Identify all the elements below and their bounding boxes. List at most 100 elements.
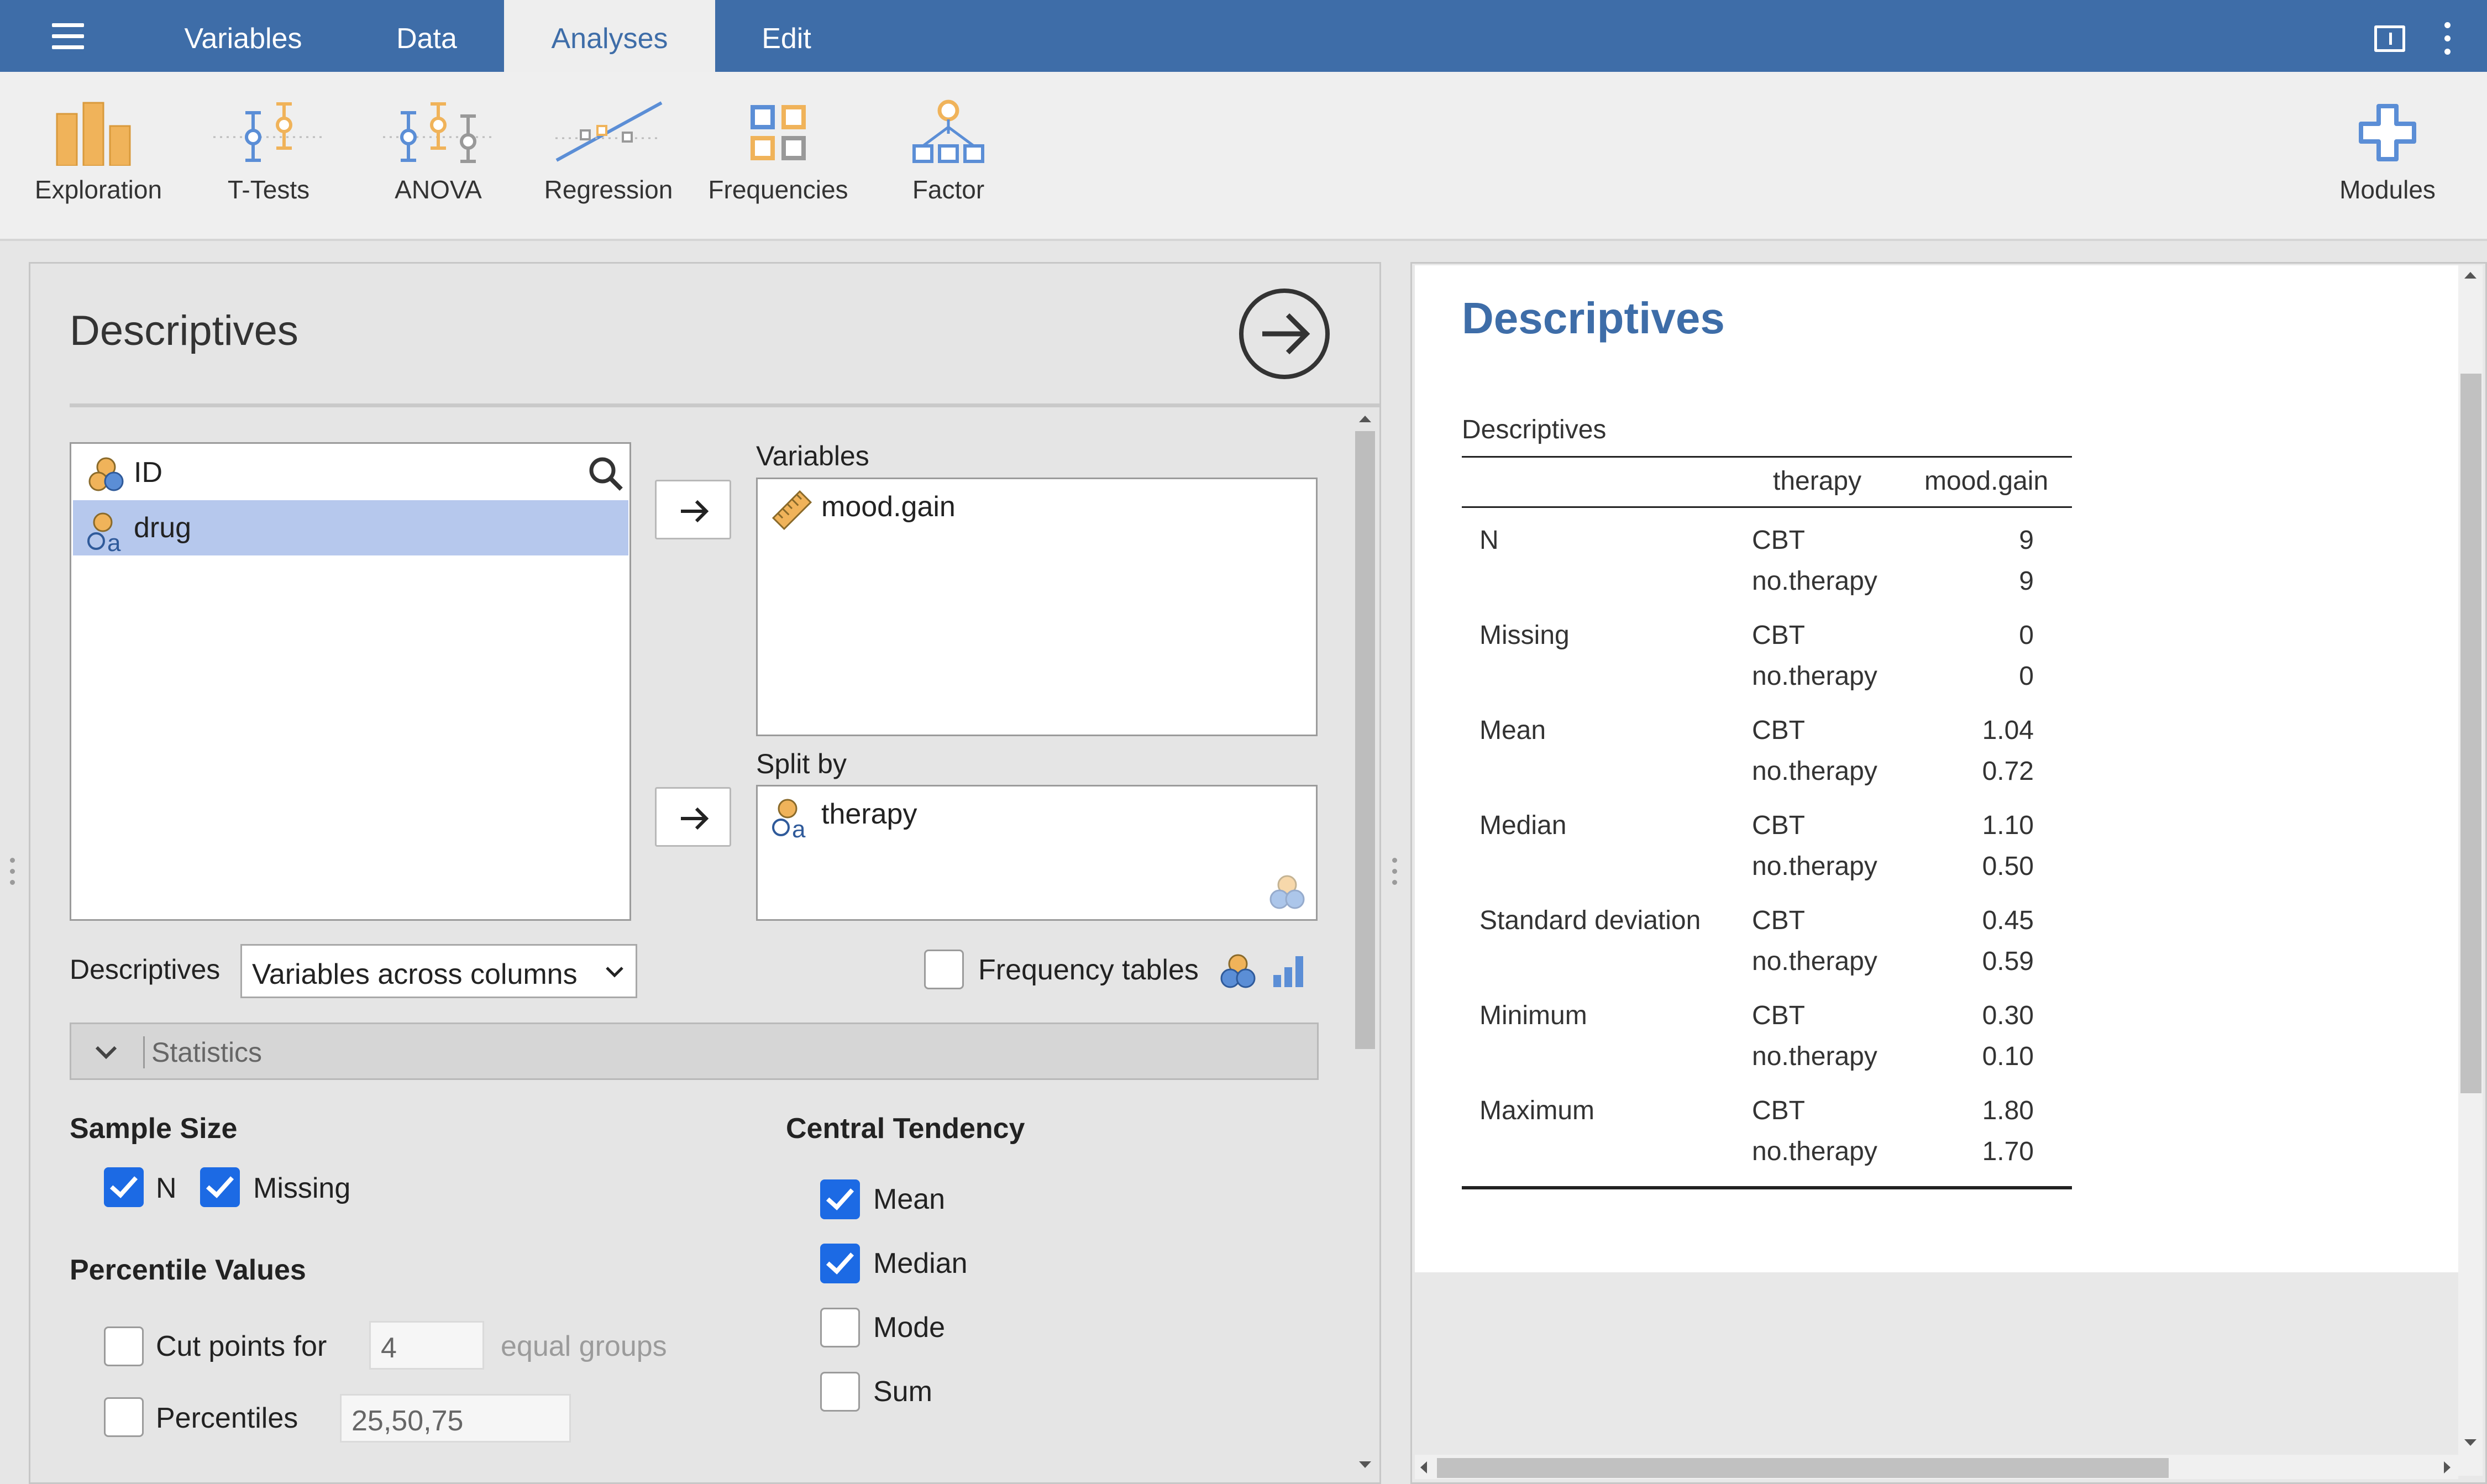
scroll-up-icon[interactable]: [2462, 270, 2479, 281]
bar-chart-icon: [56, 102, 131, 166]
search-icon[interactable]: [587, 455, 626, 494]
stat-value: 0.50: [1982, 852, 2034, 881]
arrow-right-icon: [681, 500, 709, 523]
regression-button[interactable]: Regression: [526, 99, 691, 204]
chevron-down-icon: [606, 967, 623, 978]
source-variable-list[interactable]: ID a drug: [70, 442, 631, 921]
stat-value: 1.80: [1982, 1096, 2034, 1125]
scroll-down-icon[interactable]: [2462, 1437, 2479, 1448]
resize-grip-icon[interactable]: [1391, 858, 1398, 889]
group-label: CBT: [1752, 621, 1805, 650]
percentiles-input[interactable]: 25,50,75: [340, 1394, 571, 1443]
group-label: no.therapy: [1752, 567, 1877, 596]
stat-value: 0.45: [1982, 906, 2034, 935]
anova-label: ANOVA: [395, 175, 482, 204]
results-horizontal-scrollbar-thumb[interactable]: [1437, 1458, 2169, 1478]
sum-label: Sum: [873, 1376, 932, 1408]
group-label: CBT: [1752, 716, 1805, 745]
descriptives-layout-label: Descriptives: [70, 954, 221, 985]
stat-value: 9: [2019, 526, 2034, 555]
mean-checkbox[interactable]: [820, 1179, 860, 1219]
factor-button[interactable]: Factor: [865, 99, 1031, 204]
exploration-button[interactable]: Exploration: [15, 99, 181, 204]
more-options-icon[interactable]: [2443, 22, 2452, 55]
stat-value: 9: [2019, 567, 2034, 596]
statistics-section-toggle[interactable]: Statistics: [70, 1022, 1319, 1080]
equal-groups-label: equal groups: [501, 1330, 667, 1362]
group-label: CBT: [1752, 906, 1805, 935]
stat-value: 1.04: [1982, 716, 2034, 745]
stat-value: 0.10: [1982, 1042, 2034, 1071]
variable-name: ID: [134, 457, 162, 489]
resize-grip-icon[interactable]: [9, 858, 15, 889]
list-item[interactable]: a drug: [73, 500, 628, 555]
percentiles-checkbox[interactable]: [104, 1397, 144, 1437]
missing-checkbox[interactable]: [200, 1167, 240, 1207]
descriptives-layout-select[interactable]: Variables across columns: [240, 944, 637, 998]
split-by-target-box[interactable]: a therapy: [756, 785, 1318, 921]
regression-icon: [555, 101, 663, 162]
t-tests-button[interactable]: T-Tests: [186, 99, 351, 204]
tab-variables[interactable]: Variables: [156, 0, 330, 72]
stat-name: Minimum: [1479, 1001, 1587, 1030]
hamburger-menu-icon[interactable]: [48, 21, 92, 52]
median-checkbox[interactable]: [820, 1244, 860, 1283]
sample-size-heading: Sample Size: [70, 1113, 238, 1145]
ruler-icon: [772, 490, 812, 531]
nominal-variable-icon: [88, 457, 124, 491]
percentiles-value: 25,50,75: [351, 1405, 464, 1437]
chevron-down-icon: [95, 1046, 117, 1060]
variables-label: Variables: [756, 441, 869, 471]
mode-checkbox[interactable]: [820, 1308, 860, 1347]
results-vertical-scrollbar-thumb[interactable]: [2460, 374, 2481, 1093]
split-by-variable[interactable]: therapy: [821, 798, 917, 831]
modules-button[interactable]: Modules: [2305, 99, 2470, 204]
svg-text:a: a: [792, 816, 806, 840]
anova-icon: [383, 102, 494, 163]
mode-label: Mode: [873, 1312, 946, 1344]
plus-icon: [2359, 104, 2416, 161]
median-label: Median: [873, 1247, 968, 1280]
scroll-left-icon[interactable]: [1418, 1459, 1429, 1476]
scroll-up-icon[interactable]: [1357, 413, 1373, 424]
group-label: CBT: [1752, 811, 1805, 840]
results-title: Descriptives: [1462, 293, 1725, 343]
t-test-icon: [213, 102, 324, 162]
toggle-panel-icon[interactable]: [2374, 25, 2405, 52]
group-label: no.therapy: [1752, 852, 1877, 881]
tab-data[interactable]: Data: [365, 0, 489, 72]
selected-variable[interactable]: mood.gain: [821, 490, 956, 523]
column-header: therapy: [1773, 466, 1862, 496]
stat-name: Standard deviation: [1479, 906, 1701, 935]
options-scrollbar-thumb[interactable]: [1355, 431, 1375, 1049]
cut-points-checkbox[interactable]: [104, 1326, 144, 1366]
move-to-variables-button[interactable]: [655, 480, 731, 539]
tab-edit[interactable]: Edit: [735, 0, 838, 72]
scroll-right-icon[interactable]: [2442, 1459, 2453, 1476]
t-tests-label: T-Tests: [227, 175, 310, 204]
tab-analyses[interactable]: Analyses: [504, 0, 715, 72]
stat-value: 1.10: [1982, 811, 2034, 840]
arrow-right-icon: [1262, 313, 1310, 355]
stat-name: Missing: [1479, 621, 1570, 650]
move-to-split-by-button[interactable]: [655, 787, 731, 847]
frequency-tables-label: Frequency tables: [978, 954, 1199, 986]
anova-button[interactable]: ANOVA: [355, 99, 521, 204]
frequency-tables-checkbox[interactable]: [924, 950, 964, 989]
cut-points-input[interactable]: 4: [369, 1321, 484, 1370]
list-item[interactable]: ID: [73, 445, 628, 500]
sum-checkbox[interactable]: [820, 1372, 860, 1412]
stat-value: 0.30: [1982, 1001, 2034, 1030]
group-label: no.therapy: [1752, 1137, 1877, 1166]
run-analysis-button[interactable]: [1239, 289, 1330, 379]
central-tendency-heading: Central Tendency: [786, 1113, 1025, 1145]
variables-target-box[interactable]: mood.gain: [756, 478, 1318, 736]
n-checkbox[interactable]: [104, 1167, 144, 1207]
frequencies-button[interactable]: Frequencies: [695, 99, 861, 204]
results-table-title: Descriptives: [1462, 415, 1607, 444]
stat-name: Maximum: [1479, 1096, 1595, 1125]
nominal-variable-icon: [1269, 875, 1305, 909]
nominal-variable-icon: [1220, 954, 1256, 988]
missing-label: Missing: [253, 1172, 351, 1204]
scroll-down-icon[interactable]: [1357, 1459, 1373, 1470]
